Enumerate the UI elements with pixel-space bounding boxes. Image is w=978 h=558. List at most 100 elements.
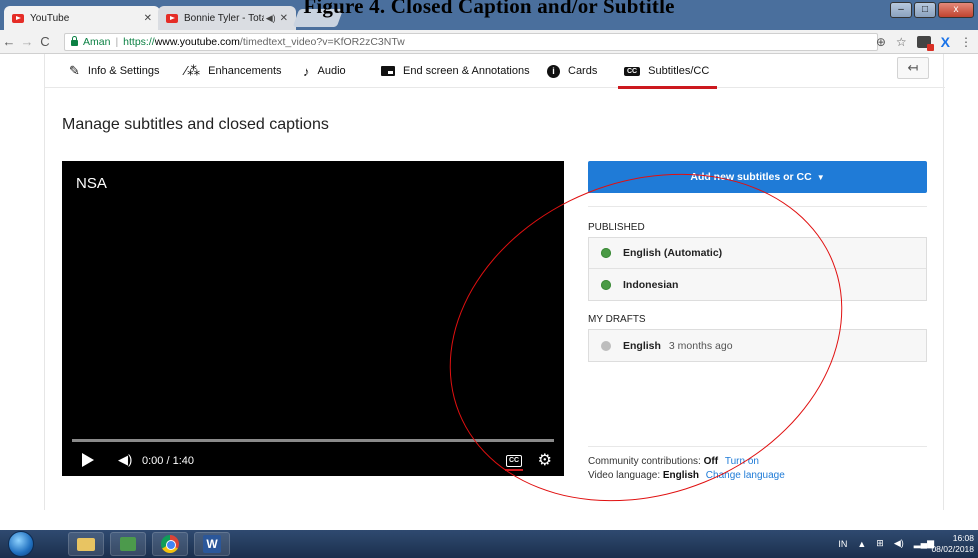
chrome-icon — [161, 535, 179, 553]
folder-icon — [77, 537, 95, 551]
drafts-heading: MY DRAFTS — [588, 314, 646, 325]
tab-title: Bonnie Tyler - Total E — [184, 12, 264, 24]
add-subtitles-label: Add new subtitles or CC — [690, 171, 812, 183]
url-input[interactable]: Aman | https:// www.youtube.com /timedte… — [64, 33, 878, 51]
community-contributions: Community contributions: Off Turn on — [588, 456, 759, 467]
page-title: Manage subtitles and closed captions — [62, 116, 329, 133]
music-note-icon: ♪ — [303, 63, 310, 79]
language-name: English — [623, 339, 661, 352]
window-close-button[interactable]: x — [938, 2, 974, 18]
youtube-favicon-icon — [12, 13, 24, 23]
back-arrow-icon[interactable]: ← — [0, 34, 18, 49]
tab-enhancements[interactable]: ⁄⁂ Enhancements — [185, 54, 282, 88]
star-icon[interactable]: ☆ — [896, 35, 907, 49]
start-button[interactable] — [8, 531, 34, 557]
draft-timestamp: 3 months ago — [668, 339, 733, 352]
video-time: 0:00 / 1:40 — [142, 455, 194, 467]
language-name: Indonesian — [623, 278, 679, 291]
taskbar-word[interactable]: W — [194, 532, 230, 556]
play-icon[interactable] — [82, 453, 94, 467]
taskbar: W IN ▲ ⊞ ◀) ▂▄▆ 16:08 08/02/2018 — [0, 530, 978, 558]
drafts-list: English 3 months ago — [588, 329, 927, 362]
reload-icon[interactable]: C — [36, 34, 54, 49]
speaker-icon[interactable]: ◀) — [266, 13, 276, 24]
tab-label: Cards — [568, 65, 598, 77]
list-item[interactable]: English (Automatic) — [589, 238, 926, 269]
volume-icon[interactable]: ◀) — [118, 452, 132, 468]
tab-label: Enhancements — [208, 65, 282, 77]
tab-cards[interactable]: i Cards — [547, 54, 597, 88]
video-language: Video language: English Change language — [588, 470, 785, 481]
chevron-down-icon: ▼ — [816, 172, 825, 182]
network-icon[interactable]: ⊞ — [876, 538, 884, 549]
speaker-icon[interactable]: ◀) — [894, 538, 904, 549]
tab-bonnie-tyler[interactable]: Bonnie Tyler - Total E ◀) ✕ — [158, 6, 296, 30]
progress-bar[interactable] — [72, 439, 554, 442]
info-icon: i — [547, 64, 560, 78]
zoom-icon[interactable]: ⊕ — [876, 35, 886, 49]
tab-info-settings[interactable]: ✎ Info & Settings — [69, 54, 159, 88]
url-path: /timedtext_video?v=KfOR2zC3NTw — [239, 36, 405, 48]
tab-label: Audio — [317, 65, 346, 77]
word-icon: W — [203, 535, 221, 553]
new-tab-button[interactable] — [292, 9, 344, 27]
list-item[interactable]: Indonesian — [589, 269, 926, 300]
menu-icon[interactable]: ⋮ — [960, 35, 972, 49]
clock[interactable]: 16:08 08/02/2018 — [931, 533, 974, 555]
pencil-icon: ✎ — [69, 63, 80, 78]
close-icon[interactable]: ✕ — [280, 13, 288, 24]
taskbar-explorer[interactable] — [68, 532, 104, 556]
change-language-link[interactable]: Change language — [706, 470, 785, 481]
tab-audio[interactable]: ♪ Audio — [303, 54, 346, 88]
browser-tabstrip: YouTube ✕ Bonnie Tyler - Total E ◀) ✕ – … — [0, 0, 978, 30]
taskbar-chrome[interactable] — [152, 532, 188, 556]
url-protocol: https:// — [123, 36, 155, 48]
tab-subtitles-cc[interactable]: CC Subtitles/CC — [617, 54, 718, 89]
extension-icon[interactable] — [916, 36, 934, 51]
community-label: Community contributions: — [588, 456, 701, 467]
clock-date: 08/02/2018 — [931, 544, 974, 554]
chevron-up-icon[interactable]: ▲ — [857, 539, 866, 549]
close-icon[interactable]: ✕ — [144, 13, 152, 24]
video-language-label: Video language: — [588, 470, 661, 481]
end-screen-icon — [381, 66, 395, 76]
taskbar-app[interactable] — [110, 532, 146, 556]
toolbar-icons: ⊕ ☆ X ⋮ — [876, 34, 972, 51]
add-subtitles-button[interactable]: Add new subtitles or CC ▼ — [588, 161, 927, 193]
published-heading: PUBLISHED — [588, 222, 645, 233]
gear-icon[interactable]: ⚙ — [538, 450, 552, 470]
tab-title: YouTube — [30, 12, 70, 24]
url-host: www.youtube.com — [154, 36, 240, 48]
clock-time: 16:08 — [952, 533, 974, 543]
x-extension-icon[interactable]: X — [941, 34, 950, 50]
language-indicator[interactable]: IN — [838, 539, 847, 549]
system-tray: IN ▲ ⊞ ◀) ▂▄▆ — [838, 538, 934, 549]
maximize-button[interactable]: □ — [914, 2, 936, 18]
back-to-video-button[interactable]: ↤ — [897, 57, 929, 79]
tab-label: Subtitles/CC — [648, 65, 710, 77]
video-player[interactable]: NSA ◀) 0:00 / 1:40 CC ⚙ — [62, 161, 564, 476]
published-status-icon — [601, 248, 611, 258]
divider — [588, 206, 927, 207]
cc-icon: CC — [624, 66, 641, 76]
language-name: English (Automatic) — [623, 247, 723, 259]
published-list: English (Automatic) Indonesian — [588, 237, 927, 301]
published-status-icon — [601, 279, 611, 290]
turn-on-link[interactable]: Turn on — [725, 456, 759, 467]
draft-status-icon — [601, 340, 611, 351]
minimize-button[interactable]: – — [890, 2, 912, 18]
address-bar: ← → C Aman | https:// www.youtube.com /t… — [0, 30, 978, 54]
editor-tabs: ✎ Info & Settings ⁄⁂ Enhancements ♪ Audi… — [45, 54, 945, 89]
list-item[interactable]: English 3 months ago — [589, 330, 926, 361]
youtube-favicon-icon — [166, 13, 178, 23]
tab-youtube[interactable]: YouTube ✕ — [4, 6, 160, 30]
tab-end-screen[interactable]: End screen & Annotations — [381, 54, 530, 88]
forward-arrow-icon[interactable]: → — [18, 34, 36, 49]
secure-label: Aman — [83, 36, 111, 48]
video-editor: ✎ Info & Settings ⁄⁂ Enhancements ♪ Audi… — [44, 54, 945, 510]
tab-label: End screen & Annotations — [403, 65, 530, 77]
captions-toggle-icon[interactable]: CC — [505, 455, 523, 471]
window-controls: – □ x — [890, 2, 974, 18]
video-title: NSA — [76, 175, 107, 192]
video-language-value: English — [662, 470, 700, 481]
